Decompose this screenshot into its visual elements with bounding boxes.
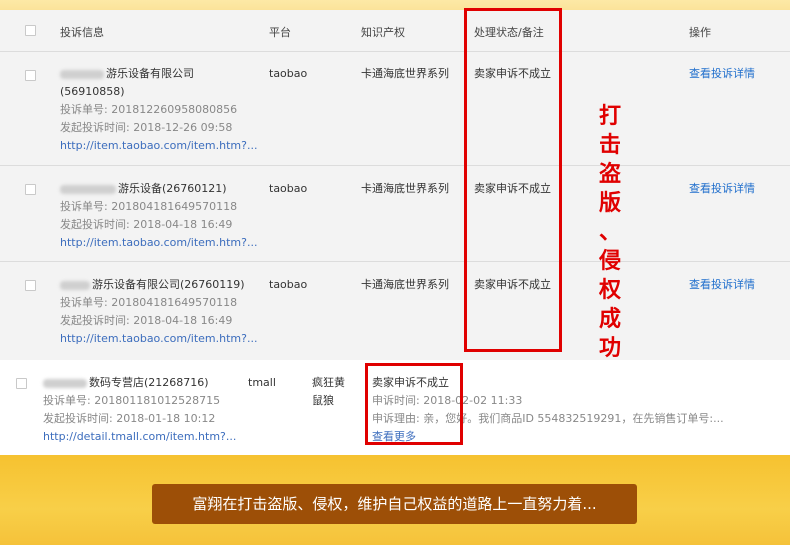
item-link[interactable]: http://item.taobao.com/item.htm?... bbox=[60, 330, 260, 348]
select-all-checkbox[interactable] bbox=[25, 25, 36, 36]
top-strip bbox=[0, 0, 790, 10]
annotation-char: 成 bbox=[598, 307, 621, 332]
platform: tmall bbox=[248, 376, 276, 389]
redacted-name bbox=[60, 69, 104, 79]
annotation-char: 、 bbox=[598, 220, 621, 245]
table-row: 游乐设备有限公司 (56910858) 投诉单号: 20181226095808… bbox=[0, 52, 790, 166]
ip-name: 卡通海底世界系列 bbox=[361, 182, 449, 195]
complaint-time: 发起投诉时间: 2018-04-18 16:49 bbox=[60, 314, 233, 327]
platform: taobao bbox=[269, 67, 308, 80]
complaint-info: 游乐设备有限公司(26760119) 投诉单号: 201804181649570… bbox=[60, 276, 260, 348]
annotation-char: 功 bbox=[598, 336, 621, 361]
view-complaint-link[interactable]: 查看投诉详情 bbox=[689, 65, 755, 83]
annotation-char: 击 bbox=[598, 133, 621, 158]
header-ip: 知识产权 bbox=[361, 26, 405, 39]
annotation-char: 版 bbox=[598, 191, 621, 216]
complaint-number: 投诉单号: 201804181649570118 bbox=[60, 296, 238, 309]
header-info: 投诉信息 bbox=[60, 26, 104, 39]
redacted-name bbox=[60, 184, 116, 194]
shop-name: 游乐设备有限公司 bbox=[60, 65, 260, 83]
shop-name: 游乐设备有限公司(26760119) bbox=[60, 276, 260, 294]
platform: taobao bbox=[269, 182, 308, 195]
complaint-number: 投诉单号: 201812260958080856 bbox=[60, 103, 238, 116]
footer-banner: 富翔在打击盗版、侵权，维护自己权益的道路上一直努力着... bbox=[152, 484, 637, 524]
item-link[interactable]: http://detail.tmall.com/item.htm?... bbox=[43, 428, 243, 446]
complaint-number: 投诉单号: 201801181012528715 bbox=[43, 394, 221, 407]
shop-name: 游乐设备(26760121) bbox=[60, 180, 260, 198]
item-link[interactable]: http://item.taobao.com/item.htm?... bbox=[60, 137, 260, 155]
row-checkbox[interactable] bbox=[25, 280, 36, 291]
redacted-name bbox=[60, 280, 90, 290]
annotation-char: 盗 bbox=[598, 162, 621, 187]
complaint-time: 发起投诉时间: 2018-01-18 10:12 bbox=[43, 412, 216, 425]
row-checkbox[interactable] bbox=[25, 70, 36, 81]
status-highlight-box bbox=[365, 363, 463, 445]
row-checkbox[interactable] bbox=[16, 378, 27, 389]
annotation-char: 侵 bbox=[598, 249, 621, 274]
complaint-time: 发起投诉时间: 2018-12-26 09:58 bbox=[60, 121, 233, 134]
table-row: 游乐设备有限公司(26760119) 投诉单号: 201804181649570… bbox=[0, 262, 790, 360]
complaint-table: 投诉信息 平台 知识产权 处理状态/备注 操作 游乐设备有限公司 (569108… bbox=[0, 8, 790, 419]
complaint-info: 游乐设备(26760121) 投诉单号: 201804181649570118 … bbox=[60, 180, 260, 252]
status-highlight-box bbox=[464, 8, 562, 352]
header-platform: 平台 bbox=[269, 26, 291, 39]
header-action: 操作 bbox=[689, 26, 711, 39]
platform: taobao bbox=[269, 278, 308, 291]
complaint-info: 数码专营店(21268716) 投诉单号: 201801181012528715… bbox=[43, 374, 243, 446]
shop-name: 数码专营店(21268716) bbox=[43, 374, 243, 392]
tmall-complaint-row: 数码专营店(21268716) 投诉单号: 201801181012528715… bbox=[0, 360, 790, 455]
row-checkbox[interactable] bbox=[25, 184, 36, 195]
ip-name: 卡通海底世界系列 bbox=[361, 67, 449, 80]
complaint-number: 投诉单号: 201804181649570118 bbox=[60, 200, 238, 213]
view-complaint-link[interactable]: 查看投诉详情 bbox=[689, 276, 755, 294]
annotation-char: 打 bbox=[598, 104, 621, 129]
complaint-time: 发起投诉时间: 2018-04-18 16:49 bbox=[60, 218, 233, 231]
table-header: 投诉信息 平台 知识产权 处理状态/备注 操作 bbox=[0, 10, 790, 52]
ip-name: 卡通海底世界系列 bbox=[361, 278, 449, 291]
annotation-char: 权 bbox=[598, 278, 621, 303]
table-row: 游乐设备(26760121) 投诉单号: 201804181649570118 … bbox=[0, 166, 790, 262]
item-link[interactable]: http://item.taobao.com/item.htm?... bbox=[60, 234, 260, 252]
view-complaint-link[interactable]: 查看投诉详情 bbox=[689, 180, 755, 198]
ip-name: 疯狂黄鼠狼 bbox=[312, 376, 345, 407]
shop-id: (56910858) bbox=[60, 85, 125, 98]
redacted-name bbox=[43, 378, 87, 388]
complaint-info: 游乐设备有限公司 (56910858) 投诉单号: 20181226095808… bbox=[60, 65, 260, 155]
